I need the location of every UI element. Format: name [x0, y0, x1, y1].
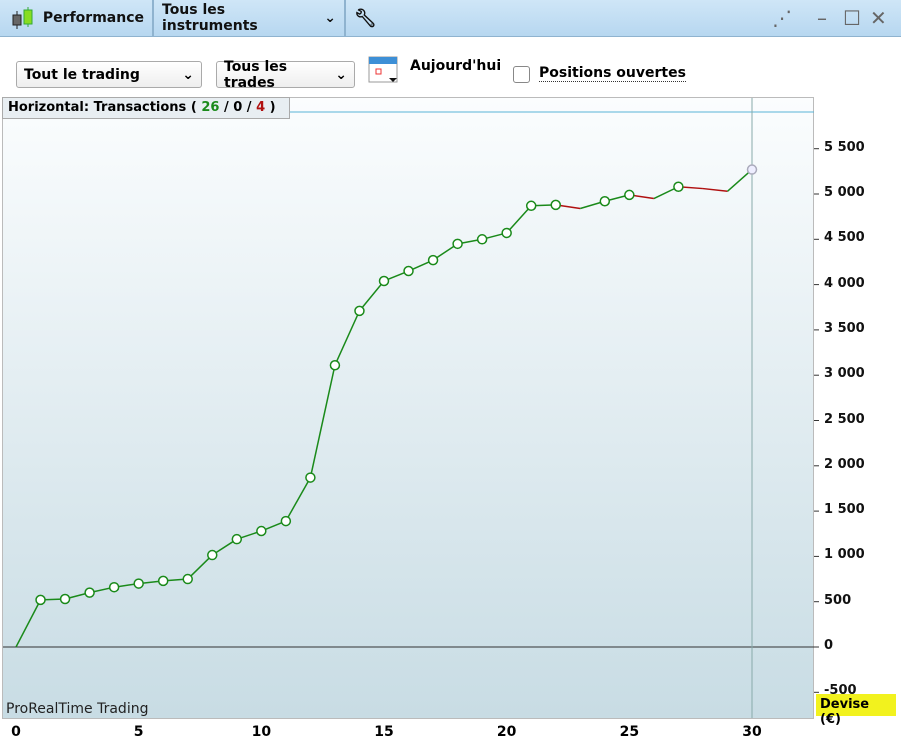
date-label: Aujourd'hui: [410, 58, 502, 74]
chevron-down-icon: ⌄: [335, 66, 347, 83]
legend-paren: (: [190, 100, 197, 115]
legend-prefix: Horizontal: Transactions: [8, 100, 187, 115]
close-icon[interactable]: ✕: [870, 6, 887, 30]
legend-paren: ): [269, 100, 276, 115]
wins-count: 26: [201, 100, 220, 115]
scope-value: Tout le trading: [24, 66, 140, 83]
x-tick-label: 25: [619, 724, 640, 740]
candlestick-icon: [12, 7, 33, 29]
chevron-down-icon: ⌄: [182, 66, 194, 83]
minimize-icon[interactable]: –: [817, 6, 827, 30]
x-tick-label: 30: [742, 724, 762, 740]
open-positions-label[interactable]: Positions ouvertes: [539, 65, 686, 82]
share-icon[interactable]: ⋰: [772, 6, 792, 30]
y-tick-label: 5 500: [824, 139, 865, 155]
calendar-button[interactable]: [367, 52, 401, 84]
y-tick-label: 2 500: [824, 411, 865, 427]
instruments-dropdown[interactable]: Tous les instruments ⌄: [154, 0, 346, 37]
chevron-down-icon: ⌄: [324, 10, 336, 26]
y-tick-label: 2 000: [824, 456, 865, 472]
y-tick-label: 3 500: [824, 320, 865, 336]
x-tick-label: 0: [11, 724, 21, 740]
y-tick-label: 0: [824, 638, 834, 653]
settings-button[interactable]: 🔧︎: [346, 0, 385, 37]
trades-value: Tous les trades: [224, 58, 288, 91]
losses-count: 4: [256, 100, 266, 115]
wrench-icon: 🔧︎: [354, 7, 377, 29]
instruments-label: Tous les instruments: [162, 2, 258, 34]
legend-sep: /: [246, 100, 252, 115]
performance-tab[interactable]: Performance: [0, 0, 154, 37]
currency-label: Devise (€): [816, 694, 896, 727]
chart-area[interactable]: [2, 97, 814, 719]
y-tick-label: 3 000: [824, 366, 865, 382]
scope-select[interactable]: Tout le trading ⌄: [16, 61, 202, 88]
x-tick-label: 20: [496, 724, 517, 740]
neutral-count: 0: [233, 100, 243, 115]
x-tick-label: 15: [374, 724, 394, 740]
calendar-icon: [368, 56, 398, 83]
legend-sep: /: [223, 100, 229, 115]
y-tick-label: 1 000: [824, 547, 865, 563]
trades-select[interactable]: Tous les trades ⌄: [216, 58, 355, 91]
y-tick-label: 5 000: [824, 185, 865, 200]
y-tick-label: 1 500: [824, 502, 865, 518]
performance-title: Performance: [42, 10, 144, 26]
y-tick-label: 4 000: [824, 275, 865, 291]
toolbar: Performance Tous les instruments ⌄ 🔧︎ ⋰ …: [0, 0, 901, 37]
y-tick-label: 4 500: [824, 230, 865, 246]
open-positions-checkbox[interactable]: [513, 66, 530, 83]
maximize-icon[interactable]: ☐: [843, 6, 861, 30]
watermark: ProRealTime Trading: [6, 701, 149, 717]
x-tick-label: 10: [251, 724, 272, 740]
horizontal-axis-legend: Horizontal: Transactions ( 26 / 0 / 4 ): [2, 97, 290, 119]
x-tick-label: 5: [133, 724, 144, 740]
y-tick-label: 500: [824, 592, 852, 608]
